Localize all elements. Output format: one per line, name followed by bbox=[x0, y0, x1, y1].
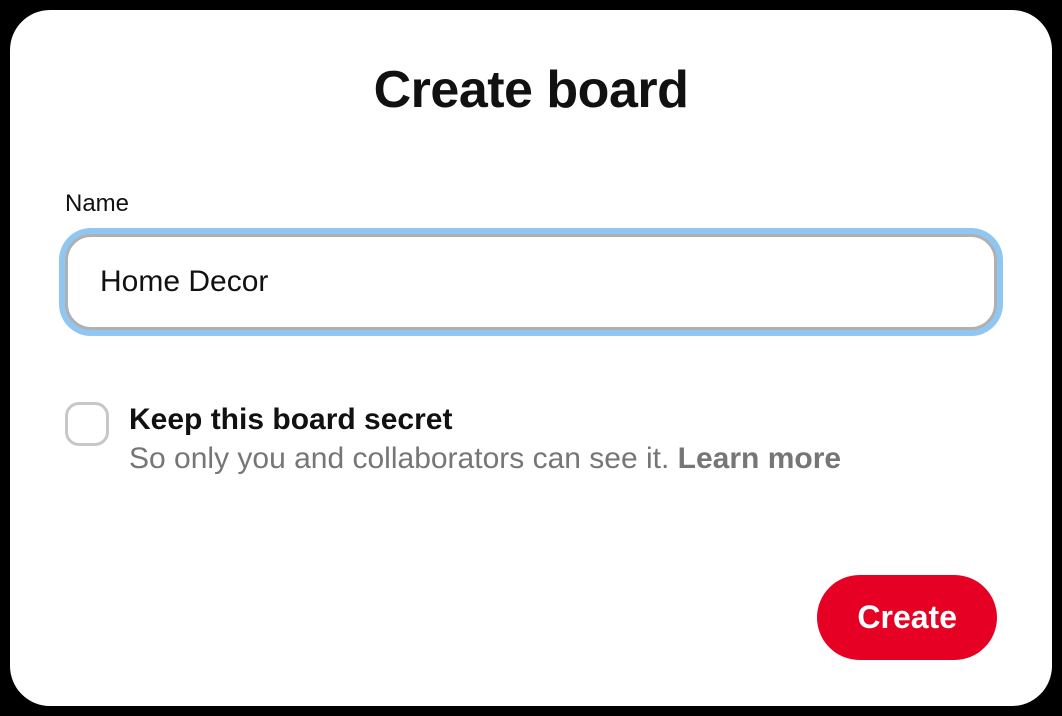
create-button[interactable]: Create bbox=[817, 575, 997, 660]
name-input-wrapper bbox=[65, 234, 997, 330]
secret-description: So only you and collaborators can see it… bbox=[129, 439, 841, 480]
secret-checkbox[interactable] bbox=[65, 402, 109, 446]
create-board-modal: Create board Name Keep this board secret… bbox=[10, 10, 1052, 706]
secret-description-text: So only you and collaborators can see it… bbox=[129, 442, 678, 475]
learn-more-link[interactable]: Learn more bbox=[678, 442, 841, 475]
modal-title: Create board bbox=[65, 60, 997, 120]
secret-text-group: Keep this board secret So only you and c… bbox=[129, 400, 841, 480]
board-name-input[interactable] bbox=[65, 234, 997, 330]
secret-section: Keep this board secret So only you and c… bbox=[65, 400, 997, 480]
secret-title: Keep this board secret bbox=[129, 400, 841, 439]
modal-footer: Create bbox=[817, 575, 997, 660]
name-label: Name bbox=[65, 190, 997, 218]
